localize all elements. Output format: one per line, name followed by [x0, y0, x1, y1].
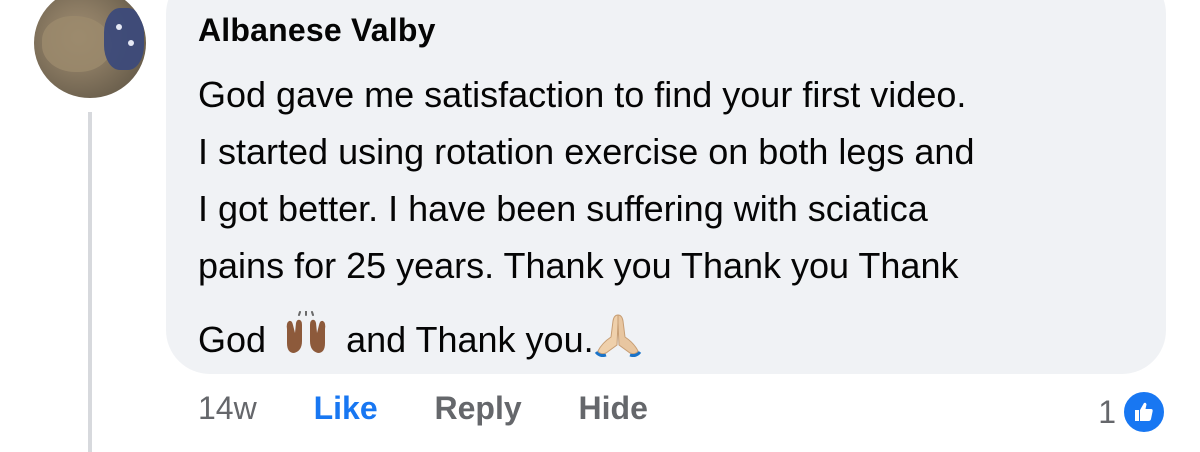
raising-hands-icon: [282, 310, 330, 373]
thumbs-up-icon: [1122, 390, 1166, 434]
comment-text: God: [198, 319, 267, 360]
hide-button[interactable]: Hide: [579, 390, 648, 427]
comment-text: and Thank you.: [346, 319, 594, 360]
comment-line: pains for 25 years. Thank you Thank you …: [198, 245, 959, 286]
comment-actions: 14w Like Reply Hide: [198, 390, 648, 427]
folded-hands-icon: [594, 311, 642, 373]
comment-body: God gave me satisfaction to find your fi…: [198, 66, 1158, 373]
reply-button[interactable]: Reply: [435, 390, 522, 427]
comment-timestamp[interactable]: 14w: [198, 390, 257, 427]
like-button[interactable]: Like: [314, 390, 378, 427]
reaction-count: 1: [1098, 393, 1116, 430]
comment-line: God gave me satisfaction to find your fi…: [198, 74, 967, 115]
reaction-summary[interactable]: 1: [1098, 390, 1166, 434]
thread-line: [88, 112, 92, 452]
comment-line-last: God and Thank you.: [198, 310, 1158, 373]
comment-line: I got better. I have been suffering with…: [198, 188, 928, 229]
comment-line: I started using rotation exercise on bot…: [198, 131, 975, 172]
comment-author[interactable]: Albanese Valby: [198, 12, 436, 49]
commenter-avatar[interactable]: [34, 0, 146, 98]
